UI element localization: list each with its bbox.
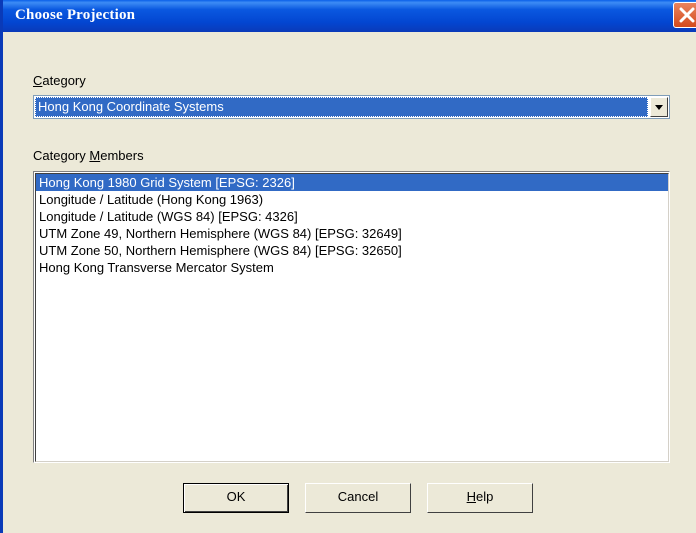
list-item[interactable]: Hong Kong Transverse Mercator System <box>36 259 668 276</box>
category-members-list[interactable]: Hong Kong 1980 Grid System [EPSG: 2326] L… <box>33 171 670 463</box>
chevron-down-icon <box>655 105 663 110</box>
dropdown-button[interactable] <box>650 97 668 117</box>
category-label: Category <box>33 73 86 88</box>
list-item[interactable]: UTM Zone 50, Northern Hemisphere (WGS 84… <box>36 242 668 259</box>
choose-projection-dialog: Choose Projection Category Hong Kong Coo… <box>0 0 696 533</box>
cancel-button[interactable]: Cancel <box>305 483 411 513</box>
dialog-title: Choose Projection <box>15 7 136 23</box>
help-button[interactable]: Help <box>427 483 533 513</box>
close-icon <box>679 7 695 23</box>
category-members-label: Category Members <box>33 148 144 163</box>
ok-button[interactable]: OK <box>183 483 289 513</box>
list-item[interactable]: Longitude / Latitude (WGS 84) [EPSG: 432… <box>36 208 668 225</box>
list-item[interactable]: Hong Kong 1980 Grid System [EPSG: 2326] <box>36 174 668 191</box>
category-dropdown[interactable]: Hong Kong Coordinate Systems <box>33 95 670 119</box>
title-bar[interactable]: Choose Projection <box>3 0 696 32</box>
list-items-container: Hong Kong 1980 Grid System [EPSG: 2326] L… <box>35 173 669 462</box>
list-item[interactable]: Longitude / Latitude (Hong Kong 1963) <box>36 191 668 208</box>
list-item[interactable]: UTM Zone 49, Northern Hemisphere (WGS 84… <box>36 225 668 242</box>
close-button[interactable] <box>673 2 696 28</box>
category-dropdown-value: Hong Kong Coordinate Systems <box>35 97 648 117</box>
